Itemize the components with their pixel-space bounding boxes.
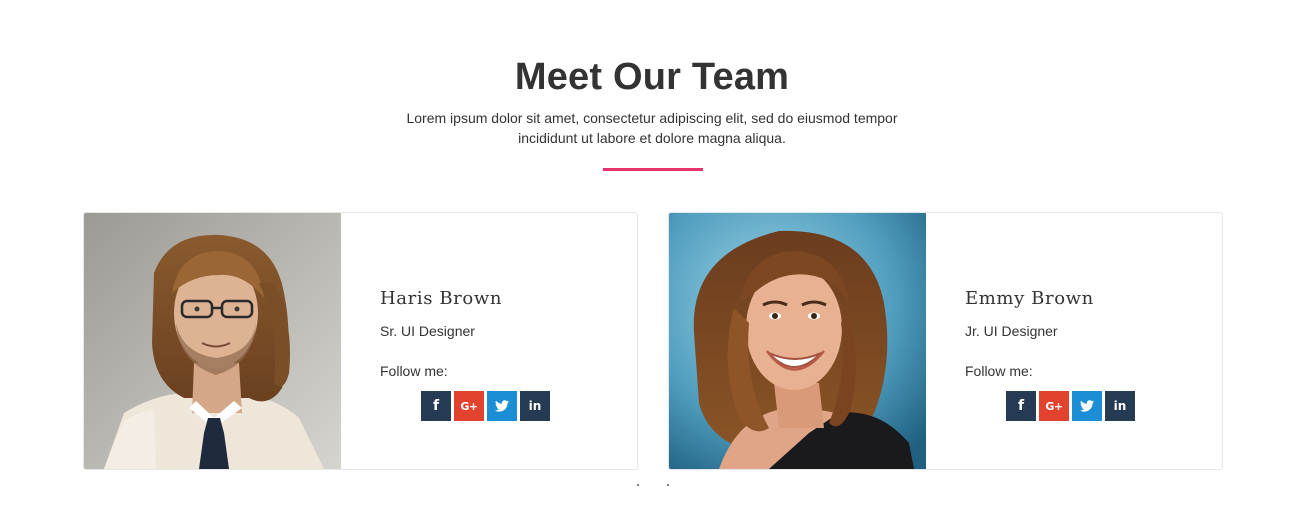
accent-divider [603, 168, 703, 171]
linkedin-icon[interactable]: in [1105, 391, 1135, 421]
section-subtitle: Lorem ipsum dolor sit amet, consectetur … [390, 108, 914, 148]
subtitle-line-2: incididunt ut labore et dolore magna ali… [518, 130, 786, 146]
member-info: Haris Brown Sr. UI Designer Follow me: f… [380, 213, 630, 469]
social-links: f G+ in [421, 391, 550, 421]
carousel-dot[interactable] [667, 484, 669, 486]
member-info: Emmy Brown Jr. UI Designer Follow me: f … [965, 213, 1215, 469]
follow-label: Follow me: [965, 363, 1033, 379]
member-role: Jr. UI Designer [965, 323, 1058, 339]
social-links: f G+ in [1006, 391, 1135, 421]
member-name: Emmy Brown [965, 288, 1094, 309]
team-section: Meet Our Team Lorem ipsum dolor sit amet… [0, 0, 1304, 509]
carousel-dot[interactable] [637, 484, 639, 486]
twitter-icon[interactable] [1072, 391, 1102, 421]
google-plus-icon[interactable]: G+ [1039, 391, 1069, 421]
follow-label: Follow me: [380, 363, 448, 379]
facebook-icon[interactable]: f [1006, 391, 1036, 421]
member-name: Haris Brown [380, 288, 503, 309]
subtitle-line-1: Lorem ipsum dolor sit amet, consectetur … [406, 110, 898, 126]
member-photo [669, 213, 926, 469]
member-role: Sr. UI Designer [380, 323, 475, 339]
google-plus-icon[interactable]: G+ [454, 391, 484, 421]
facebook-icon[interactable]: f [421, 391, 451, 421]
section-title: Meet Our Team [514, 56, 790, 98]
team-card-emmy-brown: Emmy Brown Jr. UI Designer Follow me: f … [668, 212, 1223, 470]
team-card-haris-brown: Haris Brown Sr. UI Designer Follow me: f… [83, 212, 638, 470]
member-photo [84, 213, 341, 469]
linkedin-icon[interactable]: in [520, 391, 550, 421]
twitter-icon[interactable] [487, 391, 517, 421]
